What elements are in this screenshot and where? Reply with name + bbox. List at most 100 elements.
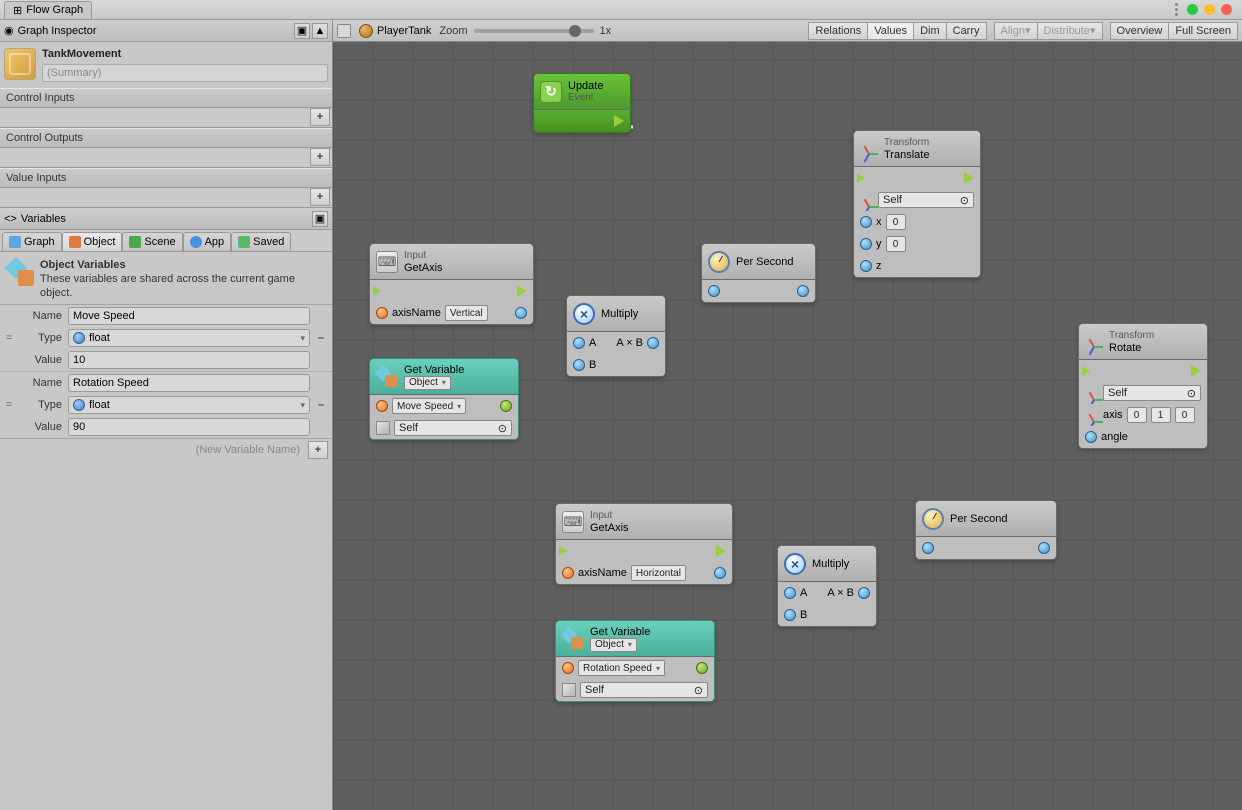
var-type-dropdown[interactable]: float bbox=[68, 329, 310, 347]
section-control-inputs[interactable]: Control Inputs bbox=[0, 88, 332, 108]
minimize-dot[interactable] bbox=[1187, 4, 1198, 15]
a-port[interactable] bbox=[784, 587, 796, 599]
z-in-port[interactable] bbox=[853, 262, 854, 268]
target-in-port[interactable] bbox=[1078, 389, 1079, 395]
axis-z-field[interactable]: 0 bbox=[1175, 407, 1195, 423]
fullscreen-button[interactable]: Full Screen bbox=[1168, 22, 1238, 40]
var-name-input[interactable]: Rotation Speed bbox=[68, 374, 310, 392]
tab-app-vars[interactable]: App bbox=[183, 232, 232, 251]
align-dropdown[interactable]: Align ▾ bbox=[994, 22, 1038, 40]
x-in-port[interactable] bbox=[853, 218, 854, 224]
result-port[interactable] bbox=[647, 337, 659, 349]
target-in-port[interactable] bbox=[853, 196, 854, 202]
add-control-input-button[interactable]: + bbox=[310, 108, 330, 126]
lock-button[interactable]: ▲ bbox=[312, 23, 328, 39]
value-out-port[interactable] bbox=[500, 400, 512, 412]
distribute-dropdown[interactable]: Distribute ▾ bbox=[1037, 22, 1103, 40]
node-multiply-2[interactable]: × Multiply A A × B B bbox=[777, 545, 877, 627]
result-port[interactable] bbox=[858, 587, 870, 599]
overview-button[interactable]: Overview bbox=[1110, 22, 1170, 40]
y-in-port[interactable] bbox=[853, 240, 854, 246]
target-field[interactable]: Self⊙ bbox=[394, 420, 512, 436]
tab-scene-vars[interactable]: Scene bbox=[122, 232, 182, 251]
tab-saved-vars[interactable]: Saved bbox=[231, 232, 291, 251]
tab-graph-vars[interactable]: Graph bbox=[2, 232, 62, 251]
node-multiply-1[interactable]: × Multiply A A × B B bbox=[566, 295, 666, 377]
scope-dropdown[interactable]: Object bbox=[590, 638, 637, 652]
x-field[interactable]: 0 bbox=[886, 214, 906, 230]
value-out-port[interactable] bbox=[797, 285, 809, 297]
carry-toggle[interactable]: Carry bbox=[946, 22, 987, 40]
flow-out-port[interactable] bbox=[964, 172, 974, 184]
add-variable-button[interactable]: + bbox=[308, 441, 328, 459]
node-persecond-1[interactable]: Per Second bbox=[701, 243, 816, 303]
var-value-input[interactable]: 90 bbox=[68, 418, 310, 436]
flow-out-port[interactable] bbox=[614, 115, 624, 127]
var-type-dropdown[interactable]: float bbox=[68, 396, 310, 414]
node-getvariable-rotationspeed[interactable]: Get Variable Object Rotation Speed Self⊙ bbox=[555, 620, 715, 702]
remove-variable-button[interactable]: – bbox=[314, 399, 328, 411]
values-toggle[interactable]: Values bbox=[867, 22, 914, 40]
zoom-thumb[interactable] bbox=[569, 25, 581, 37]
add-control-output-button[interactable]: + bbox=[310, 148, 330, 166]
axis-x-field[interactable]: 0 bbox=[1127, 407, 1147, 423]
scope-dropdown[interactable]: Object bbox=[404, 376, 451, 390]
value-in-port[interactable] bbox=[555, 664, 556, 670]
variables-popout-button[interactable]: ▣ bbox=[312, 211, 328, 227]
y-field[interactable]: 0 bbox=[886, 236, 906, 252]
b-port[interactable] bbox=[784, 609, 796, 621]
value-out-port[interactable] bbox=[515, 307, 527, 319]
summary-input[interactable]: (Summary) bbox=[42, 64, 328, 82]
node-getaxis-vertical[interactable]: InputGetAxis axisName Vertical bbox=[369, 243, 534, 325]
a-port[interactable] bbox=[573, 337, 585, 349]
remove-variable-button[interactable]: – bbox=[314, 332, 328, 344]
variable-name-dropdown[interactable]: Rotation Speed bbox=[578, 660, 665, 676]
target-in-port[interactable] bbox=[369, 424, 370, 430]
node-rotate[interactable]: TransformRotate Self⊙ axis 0 bbox=[1078, 323, 1208, 449]
value-in-port[interactable] bbox=[708, 285, 720, 297]
value-in-port[interactable] bbox=[555, 569, 556, 575]
axis-in-port[interactable] bbox=[1078, 411, 1079, 417]
axis-name-field[interactable]: Horizontal bbox=[631, 565, 686, 581]
target-field[interactable]: Self⊙ bbox=[1103, 385, 1201, 401]
add-value-input-button[interactable]: + bbox=[310, 188, 330, 206]
node-update[interactable]: UpdateEvent bbox=[533, 73, 631, 133]
node-getaxis-horizontal[interactable]: InputGetAxis axisName Horizontal bbox=[555, 503, 733, 585]
node-getvariable-movespeed[interactable]: Get Variable Object Move Speed Self⊙ bbox=[369, 358, 519, 440]
target-object[interactable]: PlayerTank bbox=[359, 24, 431, 38]
new-variable-placeholder[interactable]: (New Variable Name) bbox=[4, 444, 304, 456]
value-in-port[interactable] bbox=[922, 542, 934, 554]
var-value-input[interactable]: 10 bbox=[68, 351, 310, 369]
kebab-menu-icon[interactable] bbox=[1171, 3, 1181, 16]
variable-name-dropdown[interactable]: Move Speed bbox=[392, 398, 466, 414]
maximize-dot[interactable] bbox=[1204, 4, 1215, 15]
b-port[interactable] bbox=[573, 359, 585, 371]
flow-out-port[interactable] bbox=[716, 545, 726, 557]
value-out-port[interactable] bbox=[1038, 542, 1050, 554]
target-in-port[interactable] bbox=[555, 686, 556, 692]
popout-button[interactable]: ▣ bbox=[294, 23, 310, 39]
target-field[interactable]: Self⊙ bbox=[878, 192, 974, 208]
zoom-slider[interactable] bbox=[474, 29, 594, 33]
section-control-outputs[interactable]: Control Outputs bbox=[0, 128, 332, 148]
angle-in-port[interactable] bbox=[1078, 433, 1079, 439]
relations-toggle[interactable]: Relations bbox=[808, 22, 868, 40]
axis-y-field[interactable]: 1 bbox=[1151, 407, 1171, 423]
lock-toggle[interactable] bbox=[337, 24, 351, 38]
close-dot[interactable] bbox=[1221, 4, 1232, 15]
tab-object-vars[interactable]: Object bbox=[62, 232, 123, 251]
value-out-port[interactable] bbox=[696, 662, 708, 674]
value-out-port[interactable] bbox=[714, 567, 726, 579]
flow-out-port[interactable] bbox=[1191, 365, 1201, 377]
graph-canvas[interactable]: PlayerTank Zoom 1x Relations Values Dim … bbox=[333, 20, 1242, 810]
target-field[interactable]: Self⊙ bbox=[580, 682, 708, 698]
node-persecond-2[interactable]: Per Second bbox=[915, 500, 1057, 560]
var-name-input[interactable]: Move Speed bbox=[68, 307, 310, 325]
value-in-port[interactable] bbox=[369, 309, 370, 315]
axis-name-field[interactable]: Vertical bbox=[445, 305, 488, 321]
value-in-port[interactable] bbox=[369, 402, 370, 408]
tab-flow-graph[interactable]: ⊞ Flow Graph bbox=[4, 1, 92, 19]
node-translate[interactable]: TransformTranslate Self⊙ x 0 bbox=[853, 130, 981, 278]
dim-toggle[interactable]: Dim bbox=[913, 22, 947, 40]
section-value-inputs[interactable]: Value Inputs bbox=[0, 168, 332, 188]
